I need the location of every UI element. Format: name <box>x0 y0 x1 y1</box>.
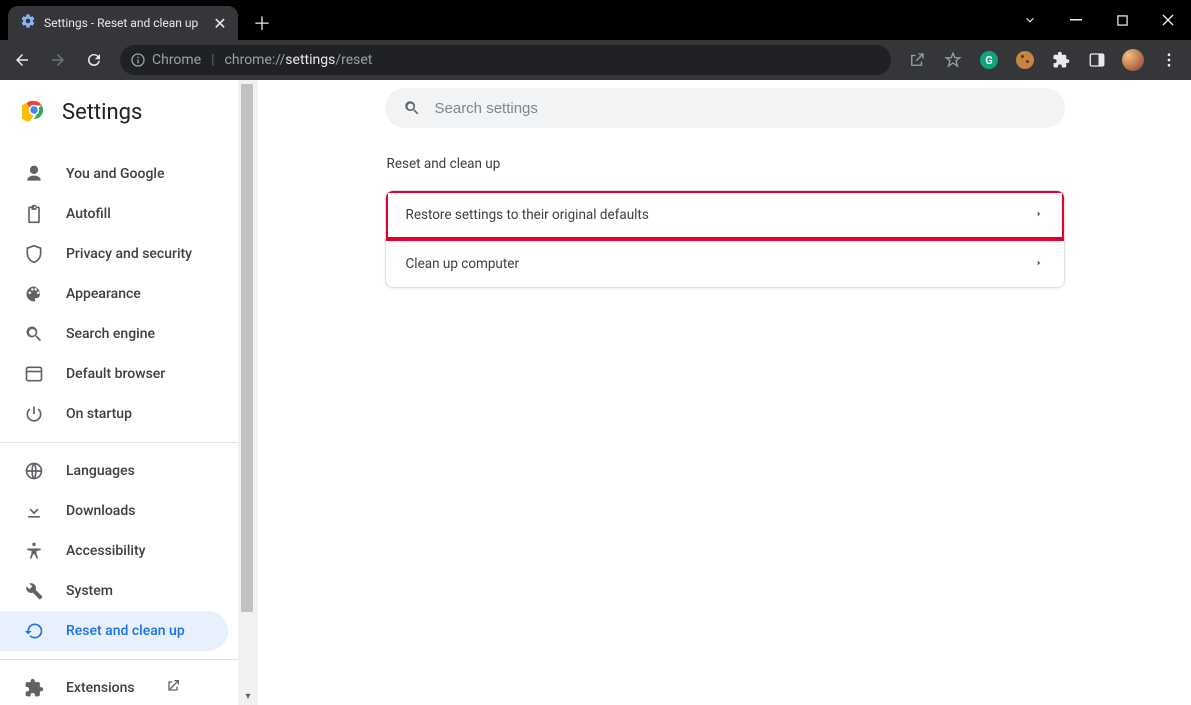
shield-icon <box>24 244 44 264</box>
download-icon <box>24 501 44 521</box>
sidebar-item-label: On startup <box>66 406 132 422</box>
sidebar-item-extensions[interactable]: Extensions <box>0 668 228 705</box>
settings-sidebar: Settings You and Google Autofill Privacy… <box>0 80 238 705</box>
palette-icon <box>24 284 44 304</box>
sidebar-item-reset[interactable]: Reset and clean up <box>0 611 228 651</box>
bookmark-star-icon[interactable] <box>937 44 969 76</box>
search-icon <box>403 99 421 117</box>
scrollbar-thumb[interactable] <box>241 84 253 612</box>
sidebar-item-autofill[interactable]: Autofill <box>0 194 228 234</box>
reload-button[interactable] <box>78 44 110 76</box>
settings-gear-icon <box>20 13 36 33</box>
url-display: chrome://settings/reset <box>225 52 373 68</box>
clipboard-icon <box>24 204 44 224</box>
sidebar-item-label: Default browser <box>66 366 165 382</box>
browser-toolbar: Chrome | chrome://settings/reset G <box>0 40 1191 80</box>
browser-titlebar: Settings - Reset and clean up ✕ ＋ <box>0 0 1191 80</box>
site-info-icon[interactable]: Chrome <box>130 52 201 68</box>
profile-avatar[interactable] <box>1117 44 1149 76</box>
settings-search-input[interactable] <box>435 100 1047 117</box>
tab-title: Settings - Reset and clean up <box>44 16 204 30</box>
chevron-right-icon <box>1034 256 1044 272</box>
sidebar-item-label: You and Google <box>66 166 164 182</box>
page-content: Settings You and Google Autofill Privacy… <box>0 80 1191 705</box>
settings-main: Reset and clean up Restore settings to t… <box>258 80 1191 705</box>
sidebar-item-on-startup[interactable]: On startup <box>0 394 228 434</box>
close-tab-icon[interactable]: ✕ <box>212 14 228 33</box>
browser-tab[interactable]: Settings - Reset and clean up ✕ <box>8 6 238 40</box>
back-button[interactable] <box>6 44 38 76</box>
tab-strip: Settings - Reset and clean up ✕ ＋ <box>0 0 1191 40</box>
new-tab-button[interactable]: ＋ <box>248 9 276 37</box>
sidebar-item-you-and-google[interactable]: You and Google <box>0 154 228 194</box>
minimize-button[interactable] <box>1053 0 1099 40</box>
section-title: Reset and clean up <box>385 156 1065 190</box>
extensions-puzzle-icon[interactable] <box>1045 44 1077 76</box>
row-label: Restore settings to their original defau… <box>406 207 649 223</box>
sidebar-item-system[interactable]: System <box>0 571 228 611</box>
window-controls <box>1007 0 1191 40</box>
person-icon <box>24 164 44 184</box>
chrome-logo-icon <box>22 98 46 126</box>
sidebar-item-label: Downloads <box>66 503 135 519</box>
reset-card: Restore settings to their original defau… <box>385 190 1065 288</box>
scrollbar-down-arrow[interactable]: ▾ <box>238 687 258 705</box>
extension-grammarly-icon[interactable]: G <box>973 44 1005 76</box>
search-icon <box>24 324 44 344</box>
scheme-label: Chrome <box>152 52 201 68</box>
sidebar-item-appearance[interactable]: Appearance <box>0 274 228 314</box>
sidebar-item-label: System <box>66 583 113 599</box>
sidebar-item-label: Privacy and security <box>66 246 192 262</box>
accessibility-icon <box>24 541 44 561</box>
maximize-button[interactable] <box>1099 0 1145 40</box>
clean-up-row[interactable]: Clean up computer <box>386 239 1064 287</box>
chevron-right-icon <box>1034 207 1044 223</box>
side-panel-icon[interactable] <box>1081 44 1113 76</box>
omnibox-separator: | <box>211 52 214 68</box>
sidebar-item-languages[interactable]: Languages <box>0 451 228 491</box>
close-window-button[interactable] <box>1145 0 1191 40</box>
chevron-down-icon[interactable] <box>1007 0 1053 40</box>
restore-defaults-row[interactable]: Restore settings to their original defau… <box>386 191 1064 239</box>
toolbar-right-icons: G <box>901 44 1185 76</box>
sidebar-item-accessibility[interactable]: Accessibility <box>0 531 228 571</box>
sidebar-item-search-engine[interactable]: Search engine <box>0 314 228 354</box>
sidebar-header: Settings <box>0 98 238 146</box>
sidebar-item-label: Appearance <box>66 286 141 302</box>
share-icon[interactable] <box>901 44 933 76</box>
globe-icon <box>24 461 44 481</box>
reset-section: Reset and clean up Restore settings to t… <box>385 156 1065 288</box>
open-in-new-icon <box>165 678 181 698</box>
sidebar-item-downloads[interactable]: Downloads <box>0 491 228 531</box>
puzzle-icon <box>24 678 44 698</box>
settings-search[interactable] <box>385 88 1065 128</box>
sidebar-title: Settings <box>62 100 142 125</box>
browser-menu-icon[interactable] <box>1153 44 1185 76</box>
sidebar-item-privacy[interactable]: Privacy and security <box>0 234 228 274</box>
sidebar-item-label: Accessibility <box>66 543 145 559</box>
sidebar-item-default-browser[interactable]: Default browser <box>0 354 228 394</box>
browser-window-icon <box>24 364 44 384</box>
restore-icon <box>24 621 44 641</box>
address-bar[interactable]: Chrome | chrome://settings/reset <box>120 45 891 75</box>
row-label: Clean up computer <box>406 256 520 272</box>
sidebar-scrollbar[interactable]: ▾ <box>238 80 258 705</box>
extension-cookie-icon[interactable] <box>1009 44 1041 76</box>
sidebar-item-label: Languages <box>66 463 135 479</box>
sidebar-item-label: Reset and clean up <box>66 623 185 639</box>
sidebar-item-label: Autofill <box>66 206 111 222</box>
forward-button[interactable] <box>42 44 74 76</box>
sidebar-item-label: Extensions <box>66 680 135 696</box>
sidebar-item-label: Search engine <box>66 326 155 342</box>
power-icon <box>24 404 44 424</box>
wrench-icon <box>24 581 44 601</box>
